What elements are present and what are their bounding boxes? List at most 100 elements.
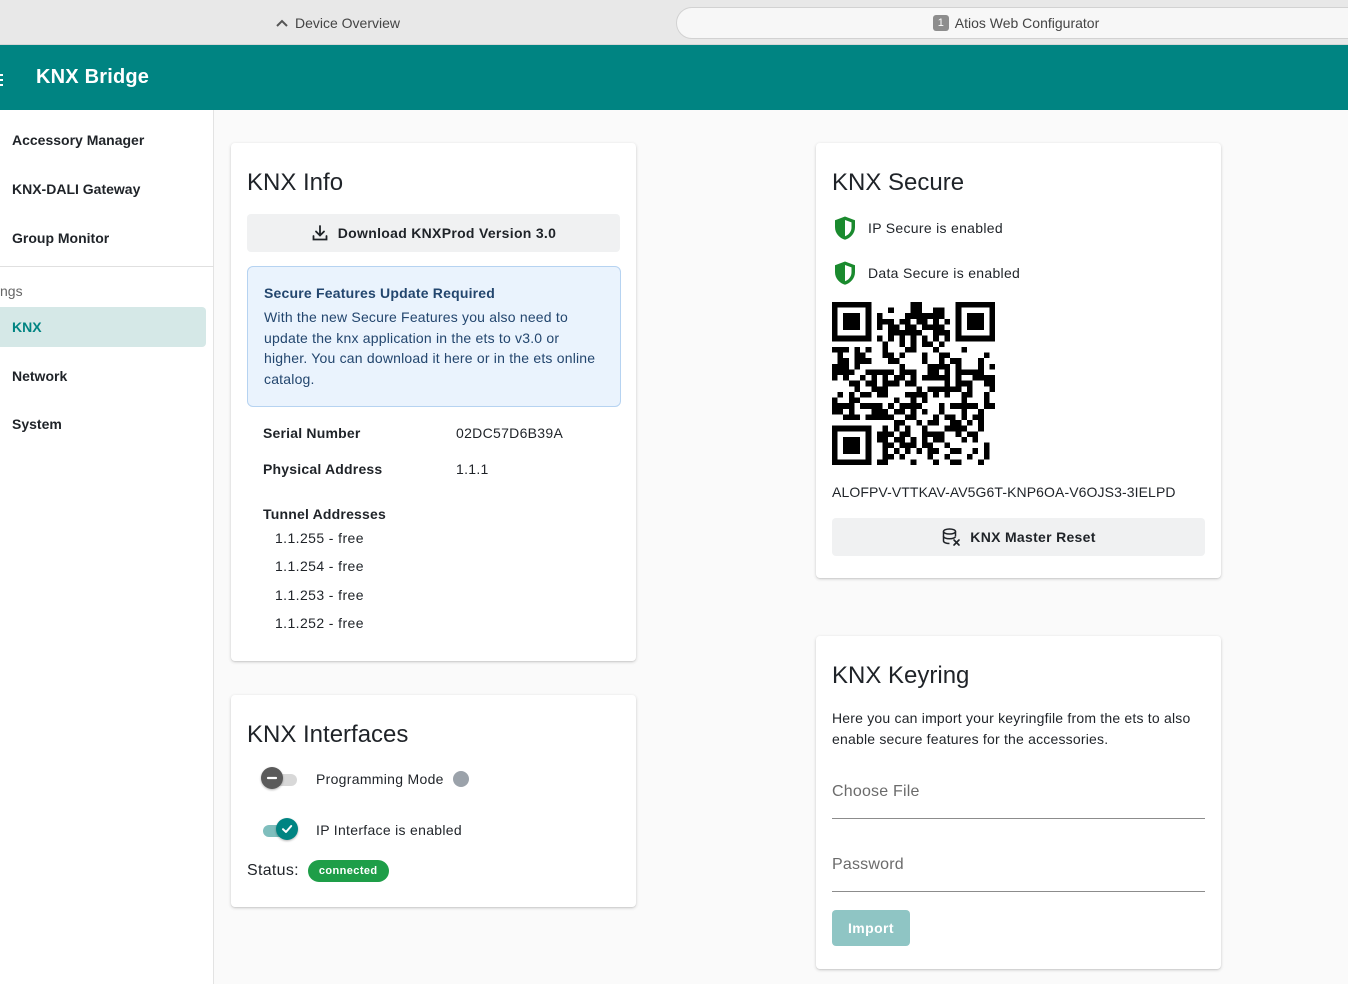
qr-module (905, 330, 911, 336)
qr-module (983, 442, 990, 449)
qr-module (978, 313, 984, 319)
qr-module (876, 386, 883, 392)
qr-module (910, 330, 917, 336)
sidebar-item-group-monitor[interactable]: Group Monitor (0, 218, 206, 258)
tunnel-address-item: 1.1.253 - free (275, 587, 364, 603)
qr-module (944, 386, 951, 392)
menu-icon[interactable] (0, 74, 3, 76)
qr-module (899, 335, 906, 342)
sidebar-item-network[interactable]: Network (0, 356, 206, 396)
qr-module (888, 442, 894, 449)
qr-module (921, 425, 928, 432)
knx-interfaces-card: KNX Interfaces Programming Mode IP Inter… (231, 695, 636, 907)
card-title: KNX Info (247, 169, 344, 196)
qr-module (927, 375, 934, 381)
qr-module (989, 313, 995, 319)
qr-module (910, 346, 917, 353)
qr-module (938, 307, 945, 314)
sidebar-item-knx[interactable]: KNX (0, 307, 206, 347)
qr-module (848, 436, 855, 443)
qr-module (910, 324, 917, 331)
qr-module (854, 380, 861, 387)
qr-module (916, 307, 922, 314)
tunnel-address-item: 1.1.255 - free (275, 530, 364, 546)
qr-module (860, 403, 866, 409)
qr-module (854, 442, 861, 449)
qr-module (832, 431, 838, 437)
qr-module (938, 403, 945, 409)
qr-module (972, 414, 979, 421)
qr-module (944, 335, 951, 342)
qr-module (882, 375, 889, 381)
qr-module (837, 352, 844, 359)
qr-module (899, 408, 906, 415)
qr-module (989, 375, 995, 381)
qr-module (966, 318, 973, 325)
qr-module (927, 453, 934, 460)
browser-tab-device-overview[interactable]: Device Overview (0, 7, 676, 39)
qr-module (944, 425, 951, 432)
qr-module (910, 335, 917, 342)
qr-module (961, 436, 967, 443)
qr-module (910, 307, 917, 314)
qr-module (950, 403, 956, 409)
qr-module (848, 459, 855, 465)
qr-module (989, 307, 995, 314)
qr-module (832, 425, 838, 432)
sidebar-item-system[interactable]: System (0, 404, 206, 444)
qr-module (921, 375, 928, 381)
qr-module (972, 436, 979, 443)
knx-master-reset-button[interactable]: KNX Master Reset (832, 518, 1205, 556)
qr-module (882, 391, 889, 398)
qr-module (832, 453, 838, 460)
browser-tab-atios[interactable]: 1 Atios Web Configurator (676, 7, 1348, 39)
sidebar-item-label: Network (12, 368, 68, 384)
sidebar-item-knx-dali-gateway[interactable]: KNX-DALI Gateway (0, 169, 206, 209)
qr-module (950, 448, 956, 454)
qr-module (882, 414, 889, 421)
choose-file-field[interactable]: Choose File (832, 769, 1205, 819)
download-knxprod-button[interactable]: Download KNXProd Version 3.0 (247, 214, 620, 252)
ip-interface-row: IP Interface is enabled (261, 818, 462, 842)
qr-module (933, 330, 939, 336)
qr-module (961, 408, 967, 415)
qr-module (837, 391, 844, 398)
qr-module (843, 375, 849, 381)
qr-module (882, 442, 889, 449)
qr-module (893, 408, 900, 415)
serial-number-label: Serial Number (263, 425, 361, 441)
import-button[interactable]: Import (832, 910, 910, 946)
qr-module (905, 448, 911, 454)
qr-module (938, 408, 945, 415)
qr-module (983, 448, 990, 454)
qr-module (944, 414, 951, 421)
sidebar-item-accessory-manager[interactable]: Accessory Manager (0, 120, 206, 160)
ip-interface-switch[interactable] (261, 818, 298, 842)
programming-mode-switch[interactable] (261, 767, 297, 791)
qr-module (905, 324, 911, 331)
qr-module (837, 425, 844, 432)
qr-module (961, 380, 967, 387)
qr-module (983, 391, 990, 398)
qr-module (832, 375, 838, 381)
secure-key-text: ALOFPV-VTTKAV-AV5G6T-KNP6OA-V6OJS3-3IELP… (832, 484, 1176, 500)
qr-module (955, 403, 962, 409)
qr-module (888, 403, 894, 409)
qr-module (865, 453, 872, 460)
qr-module (843, 313, 849, 319)
qr-module (989, 302, 995, 308)
download-icon (312, 225, 328, 241)
qr-module (832, 436, 838, 443)
qr-module (860, 375, 866, 381)
qr-module (843, 335, 849, 342)
qr-module (865, 313, 872, 319)
qr-module (882, 352, 889, 359)
password-field[interactable]: Password (832, 842, 1205, 892)
check-icon (276, 818, 298, 840)
qr-module (927, 442, 934, 449)
qr-module (882, 386, 889, 392)
qr-module (837, 459, 844, 465)
qr-module (910, 397, 917, 404)
status-badge: connected (307, 860, 389, 882)
field-placeholder: Password (832, 856, 904, 873)
